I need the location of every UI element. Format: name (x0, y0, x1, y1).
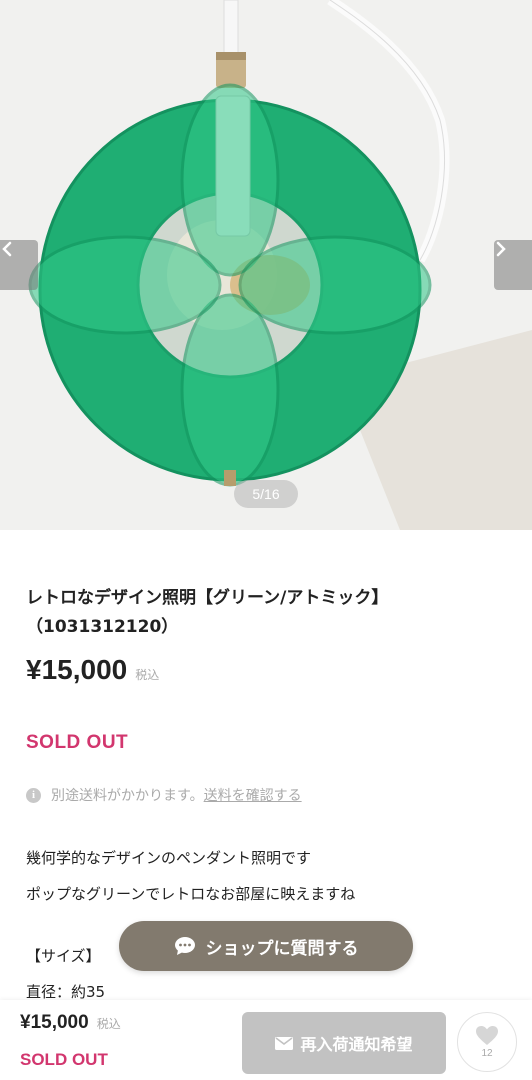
product-photo (0, 0, 532, 530)
description-line: 幾何学的なデザインのペンダント照明です (26, 849, 312, 867)
bottom-action-bar: ¥15,000 税込 SOLD OUT 再入荷通知希望 12 (0, 1000, 532, 1080)
product-price: ¥15,000 (26, 654, 128, 685)
carousel-prev-button[interactable] (0, 240, 38, 290)
restock-notify-label: 再入荷通知希望 (300, 1035, 413, 1054)
carousel-page-counter: 5/16 (234, 480, 298, 508)
price-row: ¥15,000 税込 (26, 654, 159, 686)
favorite-button[interactable]: 12 (457, 1012, 517, 1072)
tax-label: 税込 (135, 668, 160, 682)
mail-icon (275, 1036, 294, 1050)
product-title: レトロなデザイン照明【グリーン/アトミック】 （1031312120） (26, 584, 516, 642)
carousel-next-button[interactable] (494, 240, 532, 290)
shipping-link[interactable]: 送料を確認する (204, 785, 302, 805)
bottom-price-row: ¥15,000 税込 (20, 1012, 121, 1034)
chevron-right-icon (496, 241, 506, 257)
bottom-tax-label: 税込 (96, 1017, 121, 1031)
chevron-left-icon (2, 241, 12, 257)
ask-shop-button[interactable]: ショップに質問する (119, 921, 413, 971)
heart-icon (476, 1026, 498, 1045)
sold-out-status: SOLD OUT (26, 732, 129, 753)
product-photo-carousel[interactable]: 5/16 (0, 0, 532, 530)
ask-shop-label: ショップに質問する (205, 938, 359, 959)
description-line: ポップなグリーンでレトロなお部屋に映えますね (26, 885, 356, 903)
chat-bubble-icon (174, 937, 195, 955)
bottom-price: ¥15,000 (20, 1012, 89, 1033)
info-icon: i (26, 787, 41, 803)
restock-notify-button[interactable]: 再入荷通知希望 (242, 1012, 446, 1074)
shipping-text: 別途送料がかかります。 (51, 788, 204, 804)
product-code: （1031312120） (26, 617, 179, 637)
bottom-sold-out-status: SOLD OUT (20, 1050, 108, 1069)
shipping-notice: i 別途送料がかかります。 送料を確認する (26, 785, 302, 805)
favorite-count: 12 (481, 1048, 493, 1059)
product-title-line: レトロなデザイン照明【グリーン/アトミック】 (26, 588, 389, 608)
